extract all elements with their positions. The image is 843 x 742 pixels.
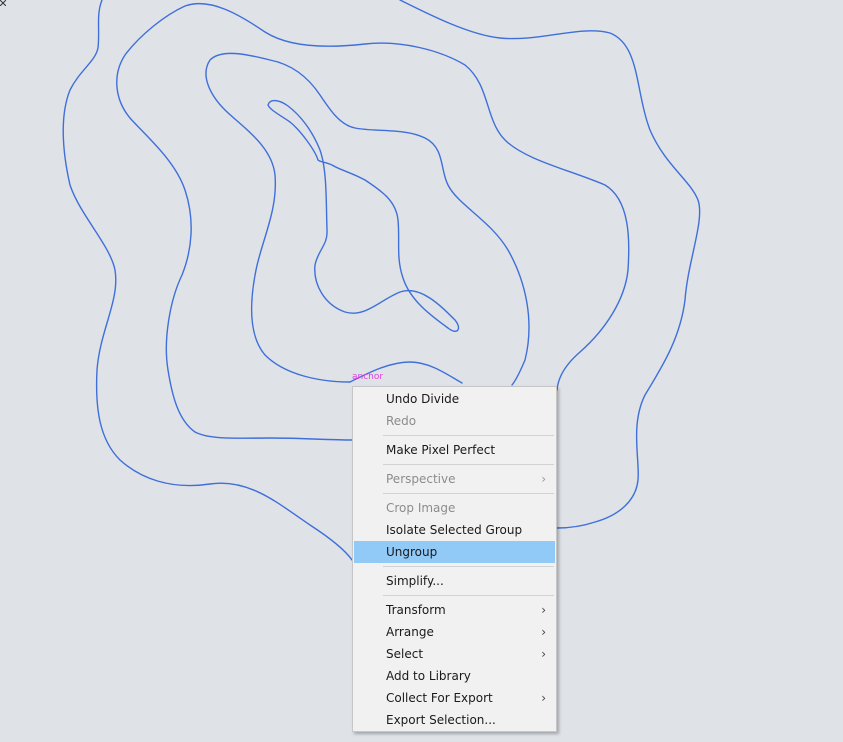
menu-item-arrange[interactable]: Arrange › xyxy=(353,621,556,643)
menu-item-redo[interactable]: Redo xyxy=(353,410,556,432)
menu-item-label: Arrange xyxy=(386,625,434,639)
menu-item-isolate-selected-group[interactable]: Isolate Selected Group xyxy=(353,519,556,541)
menu-item-make-pixel-perfect[interactable]: Make Pixel Perfect xyxy=(353,439,556,461)
menu-item-label: Add to Library xyxy=(386,669,471,683)
menu-item-label: Crop Image xyxy=(386,501,456,515)
menu-item-ungroup[interactable]: Ungroup xyxy=(354,541,555,563)
menu-item-crop-image[interactable]: Crop Image xyxy=(353,497,556,519)
menu-separator xyxy=(383,493,554,494)
contour-third[interactable] xyxy=(205,52,530,386)
menu-item-label: Select xyxy=(386,647,424,661)
menu-separator xyxy=(383,566,554,567)
menu-item-label: Transform xyxy=(386,603,446,617)
menu-item-undo-divide[interactable]: Undo Divide xyxy=(353,388,556,410)
submenu-chevron-icon: › xyxy=(541,691,546,705)
menu-separator xyxy=(383,595,554,596)
menu-item-label: Collect For Export xyxy=(386,691,493,705)
menu-item-label: Ungroup xyxy=(386,545,438,559)
menu-item-label: Export Selection... xyxy=(386,713,496,727)
menu-item-add-to-library[interactable]: Add to Library xyxy=(353,665,556,687)
menu-item-label: Isolate Selected Group xyxy=(386,523,523,537)
menu-item-simplify[interactable]: Simplify... xyxy=(353,570,556,592)
menu-separator xyxy=(383,464,554,465)
menu-separator xyxy=(383,435,554,436)
anchor-label: anchor xyxy=(352,372,384,382)
menu-item-perspective[interactable]: Perspective › xyxy=(353,468,556,490)
menu-item-label: Perspective xyxy=(386,472,456,486)
menu-item-label: Redo xyxy=(386,414,417,428)
menu-item-collect-for-export[interactable]: Collect For Export › xyxy=(353,687,556,709)
menu-item-label: Simplify... xyxy=(386,574,444,588)
submenu-chevron-icon: › xyxy=(541,603,546,617)
anchor-point-marker[interactable] xyxy=(0,0,6,6)
submenu-chevron-icon: › xyxy=(541,472,546,486)
contour-inner[interactable] xyxy=(267,99,460,332)
submenu-chevron-icon: › xyxy=(541,625,546,639)
submenu-chevron-icon: › xyxy=(541,647,546,661)
context-menu: Undo Divide Redo Make Pixel Perfect Pers… xyxy=(352,386,557,732)
menu-item-select[interactable]: Select › xyxy=(353,643,556,665)
menu-item-label: Undo Divide xyxy=(386,392,460,406)
menu-item-label: Make Pixel Perfect xyxy=(386,443,496,457)
menu-item-transform[interactable]: Transform › xyxy=(353,599,556,621)
menu-item-export-selection[interactable]: Export Selection... xyxy=(353,709,556,731)
